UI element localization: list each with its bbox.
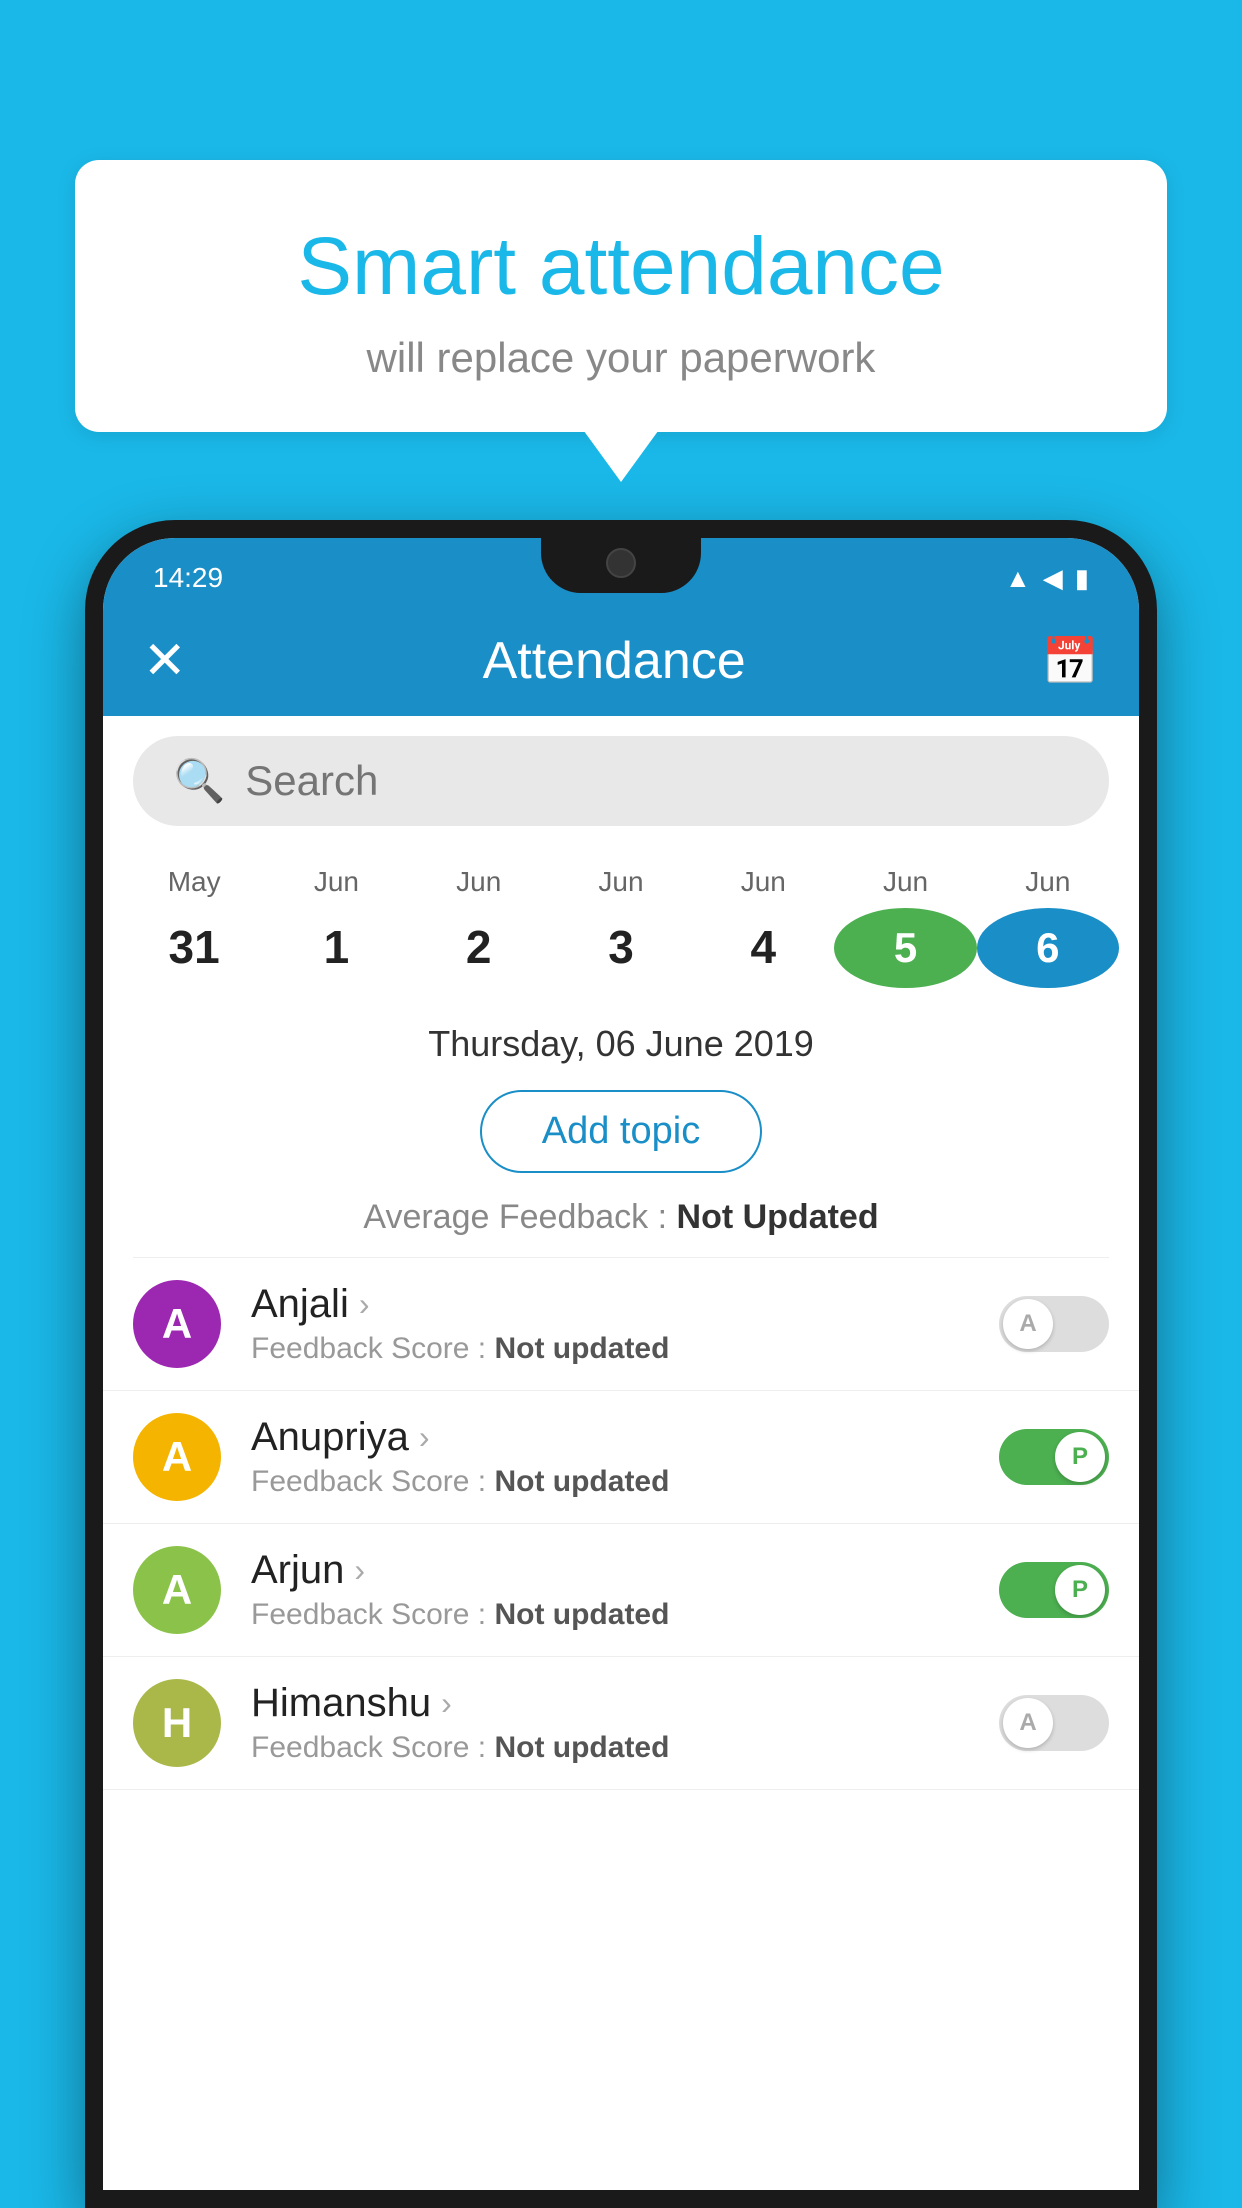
search-icon: 🔍 [173, 757, 225, 806]
add-topic-button[interactable]: Add topic [480, 1090, 762, 1173]
toggle-knob-anjali: A [1003, 1299, 1053, 1349]
student-feedback-anjali: Feedback Score : Not updated [251, 1332, 999, 1366]
search-bar[interactable]: 🔍 [133, 736, 1109, 826]
phone-screen: 14:29 ▲ ◀ ▮ ✕ Attendance 📅 🔍 May Jun Jun… [103, 538, 1139, 2190]
student-feedback-himanshu: Feedback Score : Not updated [251, 1731, 999, 1765]
phone-frame: 14:29 ▲ ◀ ▮ ✕ Attendance 📅 🔍 May Jun Jun… [85, 520, 1157, 2208]
toggle-knob-anupriya: P [1055, 1432, 1105, 1482]
student-item-arjun[interactable]: A Arjun › Feedback Score : Not updated P [103, 1524, 1139, 1657]
status-icons: ▲ ◀ ▮ [1005, 563, 1089, 594]
month-3[interactable]: Jun [550, 866, 692, 898]
student-name-anupriya: Anupriya › [251, 1415, 999, 1460]
student-info-anjali: Anjali › Feedback Score : Not updated [251, 1282, 999, 1366]
student-item-anjali[interactable]: A Anjali › Feedback Score : Not updated … [103, 1258, 1139, 1391]
chevron-icon: › [441, 1685, 452, 1722]
toggle-himanshu[interactable]: A [999, 1695, 1109, 1751]
student-item-himanshu[interactable]: H Himanshu › Feedback Score : Not update… [103, 1657, 1139, 1790]
date-31[interactable]: 31 [123, 908, 265, 988]
student-feedback-arjun: Feedback Score : Not updated [251, 1598, 999, 1632]
search-input[interactable] [245, 757, 1069, 805]
average-feedback: Average Feedback : Not Updated [103, 1188, 1139, 1257]
close-button[interactable]: ✕ [143, 631, 187, 691]
bubble-subtitle: will replace your paperwork [135, 334, 1107, 382]
calendar-dates-row: 31 1 2 3 4 5 6 [103, 903, 1139, 1008]
wifi-icon: ▲ [1005, 563, 1031, 594]
toggle-knob-himanshu: A [1003, 1698, 1053, 1748]
toggle-anjali[interactable]: A [999, 1296, 1109, 1352]
student-name-anjali: Anjali › [251, 1282, 999, 1327]
month-4[interactable]: Jun [692, 866, 834, 898]
month-6[interactable]: Jun [977, 866, 1119, 898]
avatar-anupriya: A [133, 1413, 221, 1501]
student-item-anupriya[interactable]: A Anupriya › Feedback Score : Not update… [103, 1391, 1139, 1524]
month-1[interactable]: Jun [265, 866, 407, 898]
calendar-months-row: May Jun Jun Jun Jun Jun Jun [103, 846, 1139, 903]
student-info-himanshu: Himanshu › Feedback Score : Not updated [251, 1681, 999, 1765]
app-bar-title: Attendance [483, 631, 746, 691]
date-3[interactable]: 3 [550, 908, 692, 988]
toggle-container-arjun[interactable]: P [999, 1562, 1109, 1618]
student-info-anupriya: Anupriya › Feedback Score : Not updated [251, 1415, 999, 1499]
app-bar: ✕ Attendance 📅 [103, 606, 1139, 716]
chevron-icon: › [354, 1552, 365, 1589]
date-1[interactable]: 1 [265, 908, 407, 988]
battery-icon: ▮ [1075, 563, 1089, 594]
month-0[interactable]: May [123, 866, 265, 898]
chevron-icon: › [419, 1419, 430, 1456]
phone-camera [606, 548, 636, 578]
date-6-selected[interactable]: 6 [977, 908, 1119, 988]
status-time: 14:29 [153, 562, 223, 594]
toggle-knob-arjun: P [1055, 1565, 1105, 1615]
date-4[interactable]: 4 [692, 908, 834, 988]
toggle-container-himanshu[interactable]: A [999, 1695, 1109, 1751]
date-5-today[interactable]: 5 [834, 908, 976, 988]
bubble-title: Smart attendance [135, 220, 1107, 314]
avg-feedback-label: Average Feedback : [363, 1198, 676, 1236]
toggle-container-anupriya[interactable]: P [999, 1429, 1109, 1485]
month-2[interactable]: Jun [408, 866, 550, 898]
student-feedback-anupriya: Feedback Score : Not updated [251, 1465, 999, 1499]
toggle-anupriya[interactable]: P [999, 1429, 1109, 1485]
avatar-himanshu: H [133, 1679, 221, 1767]
calendar-icon[interactable]: 📅 [1042, 634, 1099, 689]
avatar-anjali: A [133, 1280, 221, 1368]
month-5[interactable]: Jun [834, 866, 976, 898]
speech-bubble: Smart attendance will replace your paper… [75, 160, 1167, 432]
selected-date-label: Thursday, 06 June 2019 [103, 1008, 1139, 1080]
avg-feedback-value: Not Updated [677, 1198, 879, 1236]
avatar-arjun: A [133, 1546, 221, 1634]
student-info-arjun: Arjun › Feedback Score : Not updated [251, 1548, 999, 1632]
student-name-arjun: Arjun › [251, 1548, 999, 1593]
student-list: A Anjali › Feedback Score : Not updated … [103, 1258, 1139, 1790]
date-2[interactable]: 2 [408, 908, 550, 988]
student-name-himanshu: Himanshu › [251, 1681, 999, 1726]
toggle-container-anjali[interactable]: A [999, 1296, 1109, 1352]
chevron-icon: › [359, 1286, 370, 1323]
toggle-arjun[interactable]: P [999, 1562, 1109, 1618]
signal-icon: ◀ [1043, 563, 1063, 594]
